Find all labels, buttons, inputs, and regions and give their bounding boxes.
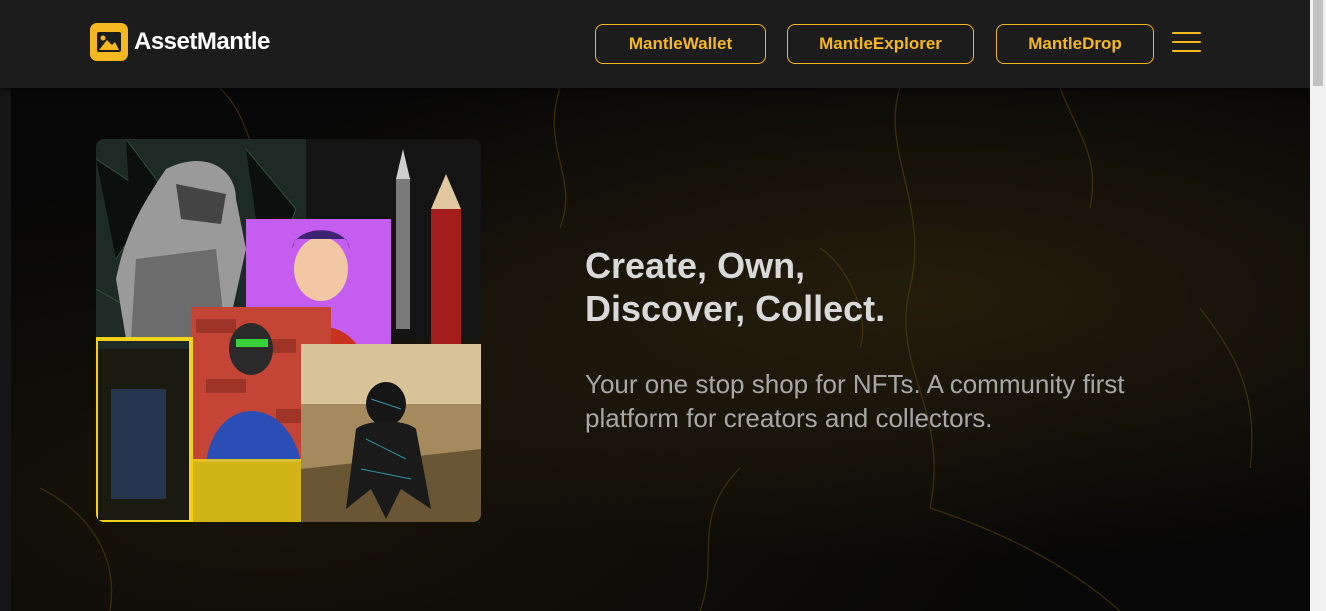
scrollbar-thumb[interactable] [1313, 0, 1323, 86]
mantlewallet-button[interactable]: MantleWallet [595, 24, 766, 64]
page: AssetMantle MantleWallet MantleExplorer … [0, 0, 1310, 611]
assetmantle-logo-icon [90, 23, 128, 61]
brand-logo[interactable]: AssetMantle [90, 23, 270, 61]
hero-headline-line-1: Create, Own, [585, 245, 806, 286]
hero-headline: Create, Own, Discover, Collect. [585, 244, 885, 330]
mantledrop-button[interactable]: MantleDrop [996, 24, 1154, 64]
top-navbar: AssetMantle MantleWallet MantleExplorer … [0, 0, 1310, 88]
left-edge-strip [0, 88, 11, 611]
brand-name: AssetMantle [134, 28, 270, 55]
nft-collage-image [96, 139, 481, 522]
vertical-scrollbar[interactable] [1310, 0, 1326, 611]
hero-subtext: Your one stop shop for NFTs. A community… [585, 369, 1125, 433]
hamburger-menu-icon[interactable] [1172, 30, 1202, 52]
hero-headline-line-2: Discover, Collect. [585, 288, 886, 329]
mantleexplorer-button[interactable]: MantleExplorer [787, 24, 974, 64]
